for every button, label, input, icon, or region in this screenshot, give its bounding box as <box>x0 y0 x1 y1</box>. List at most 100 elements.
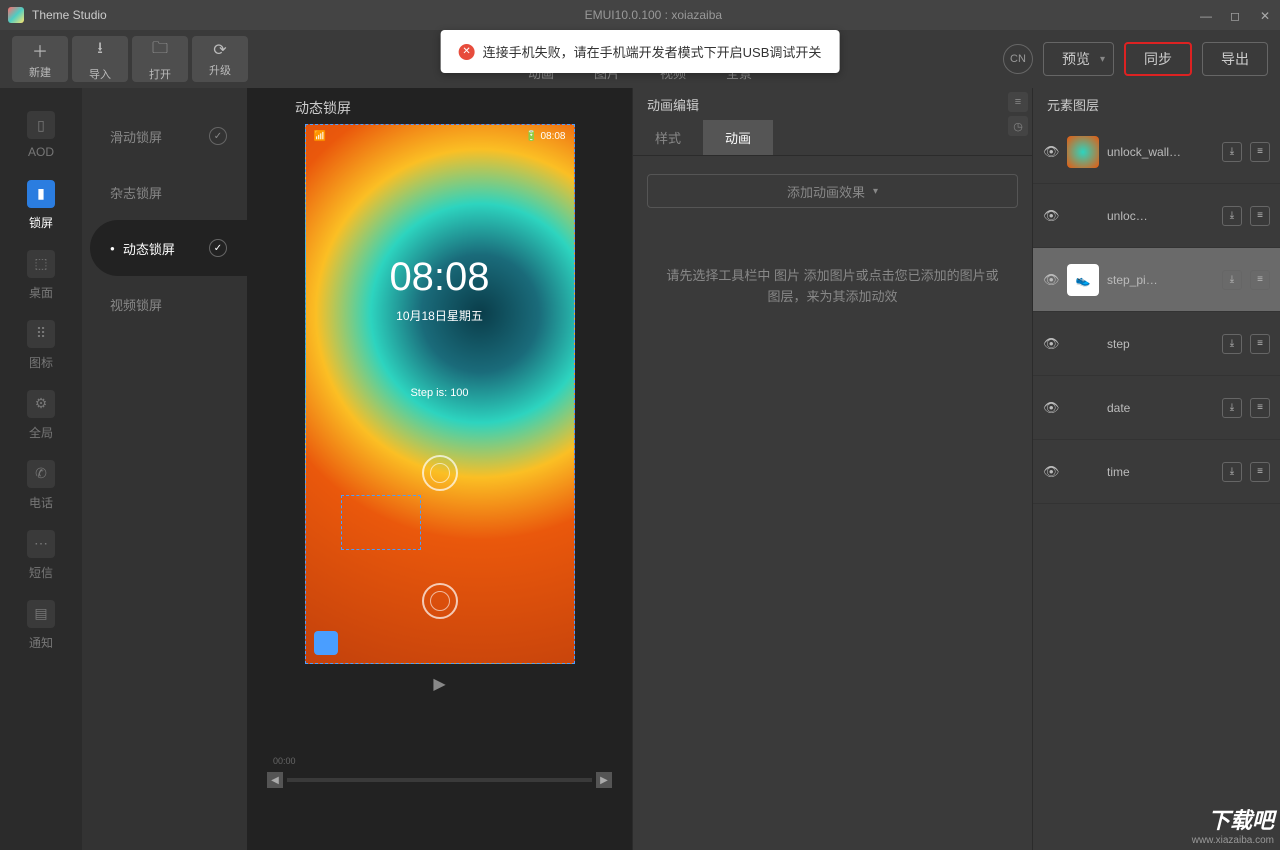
lock-icon[interactable]: ⤓ <box>1222 206 1242 226</box>
sidebar-item-notify[interactable]: ▤通知 <box>0 590 82 660</box>
window-controls: — ◻ ✕ <box>1200 9 1272 21</box>
editor-tab-anim[interactable]: 动画 <box>703 120 773 155</box>
toast-message: 连接手机失败，请在手机端开发者模式下开启USB调试开关 <box>483 42 822 61</box>
fingerprint-icon <box>422 455 458 491</box>
menu-icon[interactable]: ≡ <box>1250 142 1270 162</box>
language-button[interactable]: CN <box>1003 44 1033 74</box>
layer-row[interactable]: 👁 date ⤓ ≡ <box>1033 376 1280 440</box>
editor-hint: 请先选择工具栏中 图片 添加图片或点击您已添加的图片或图层，来为其添加动效 <box>633 226 1032 348</box>
clock-icon[interactable]: ◷ <box>1008 116 1028 136</box>
lock-icon[interactable]: ⤓ <box>1222 398 1242 418</box>
sub-item-video[interactable]: 视频锁屏 <box>90 276 247 332</box>
canvas-area: 动态锁屏 📶🔋 08:08 08:08 10月18日星期五 Step is: 1… <box>247 88 632 850</box>
close-icon[interactable]: ✕ <box>1260 9 1272 21</box>
check-icon: ✓ <box>209 239 227 257</box>
editor-title: 动画编辑 <box>647 95 699 114</box>
timeline-prev-button[interactable]: ◀ <box>267 772 283 788</box>
lock-icon[interactable]: ⤓ <box>1222 270 1242 290</box>
phone-clock: 08:08 <box>306 255 574 300</box>
layer-row[interactable]: 👁 step ⤓ ≡ <box>1033 312 1280 376</box>
sidebar-item-global[interactable]: ⚙全局 <box>0 380 82 450</box>
visibility-icon[interactable]: 👁 <box>1043 464 1059 480</box>
timeline-zero-label: 00:00 <box>273 756 296 766</box>
error-icon: ✕ <box>459 44 475 60</box>
lock-icon: ▮ <box>27 180 55 208</box>
titlebar: Theme Studio EMUI10.0.100 : xoiazaiba — … <box>0 0 1280 30</box>
minimize-icon[interactable]: — <box>1200 9 1212 21</box>
menu-icon[interactable]: ≡ <box>1250 334 1270 354</box>
plus-icon: ＋ <box>32 38 48 62</box>
timeline-next-button[interactable]: ▶ <box>596 772 612 788</box>
phone-step: Step is: 100 <box>306 387 574 399</box>
visibility-icon[interactable]: 👁 <box>1043 400 1059 416</box>
chevron-down-icon: ▾ <box>1100 54 1105 65</box>
visibility-icon[interactable]: 👁 <box>1043 208 1059 224</box>
lock-icon[interactable]: ⤓ <box>1222 462 1242 482</box>
corner-widget-icon[interactable] <box>314 631 338 655</box>
export-button[interactable]: 导出 <box>1202 42 1268 76</box>
anim-editor-panel: 动画编辑 样式 动画 添加动画效果▾ 请先选择工具栏中 图片 添加图片或点击您已… <box>632 88 1032 850</box>
visibility-icon[interactable]: 👁 <box>1043 336 1059 352</box>
chevron-down-icon: ▾ <box>873 186 878 197</box>
notify-icon: ▤ <box>27 600 55 628</box>
open-button[interactable]: 🗀打开 <box>132 36 188 82</box>
layers-stack-icon[interactable]: ≡ <box>1008 92 1028 112</box>
sync-button[interactable]: 同步 <box>1124 42 1192 76</box>
maximize-icon[interactable]: ◻ <box>1230 9 1242 21</box>
aod-icon: ▯ <box>27 111 55 139</box>
layer-row[interactable]: 👁 unloc… ⤓ ≡ <box>1033 184 1280 248</box>
upgrade-icon: ⟳ <box>213 40 226 60</box>
sub-item-dynamic[interactable]: 动态锁屏✓ <box>90 220 247 276</box>
sidebar-item-lock[interactable]: ▮锁屏 <box>0 170 82 240</box>
menu-icon[interactable]: ≡ <box>1250 270 1270 290</box>
layer-thumb: 👟 <box>1067 264 1099 296</box>
selection-box[interactable] <box>341 495 421 550</box>
import-button[interactable]: ⭳导入 <box>72 36 128 82</box>
visibility-icon[interactable]: 👁 <box>1043 272 1059 288</box>
phone-date: 10月18日星期五 <box>306 307 574 324</box>
error-toast: ✕ 连接手机失败，请在手机端开发者模式下开启USB调试开关 <box>441 30 840 73</box>
import-icon: ⭳ <box>97 37 103 64</box>
watermark: 下载吧 www.xiazaiba.com <box>1192 803 1274 846</box>
timeline-track[interactable] <box>287 778 592 782</box>
signal-icon: 📶 <box>314 131 326 142</box>
editor-tab-style[interactable]: 样式 <box>633 120 703 155</box>
desktop-icon: ⬚ <box>27 250 55 278</box>
menu-icon[interactable]: ≡ <box>1250 398 1270 418</box>
sub-item-magazine[interactable]: 杂志锁屏 <box>90 164 247 220</box>
sub-item-slide[interactable]: 滑动锁屏✓ <box>90 108 247 164</box>
layer-thumb <box>1067 136 1099 168</box>
left-sidebar: ▯AOD ▮锁屏 ⬚桌面 ⠿图标 ⚙全局 ✆电话 ⋯短信 ▤通知 <box>0 88 82 850</box>
layer-row[interactable]: 👁 unlock_wall… ⤓ ≡ <box>1033 120 1280 184</box>
canvas-title: 动态锁屏 <box>295 98 351 118</box>
sidebar-item-phone[interactable]: ✆电话 <box>0 450 82 520</box>
fingerprint-icon <box>422 583 458 619</box>
sidebar-item-aod[interactable]: ▯AOD <box>0 100 82 170</box>
grid-icon: ⠿ <box>27 320 55 348</box>
visibility-icon[interactable]: 👁 <box>1043 144 1059 160</box>
lock-icon[interactable]: ⤓ <box>1222 142 1242 162</box>
preview-button[interactable]: 预览▾ <box>1043 42 1114 76</box>
menu-icon[interactable]: ≡ <box>1250 206 1270 226</box>
project-subtitle: EMUI10.0.100 : xoiazaiba <box>107 8 1200 22</box>
sidebar-item-desktop[interactable]: ⬚桌面 <box>0 240 82 310</box>
gear-icon: ⚙ <box>27 390 55 418</box>
sms-icon: ⋯ <box>27 530 55 558</box>
add-effect-button[interactable]: 添加动画效果▾ <box>647 174 1018 208</box>
layer-row[interactable]: 👁 time ⤓ ≡ <box>1033 440 1280 504</box>
timeline: ◀ ▶ <box>267 770 612 790</box>
play-button[interactable]: ▶ <box>433 674 445 694</box>
lockscreen-sublist: 滑动锁屏✓ 杂志锁屏 动态锁屏✓ 视频锁屏 <box>82 88 247 850</box>
phone-preview[interactable]: 📶🔋 08:08 08:08 10月18日星期五 Step is: 100 <box>305 124 575 664</box>
new-button[interactable]: ＋新建 <box>12 36 68 82</box>
phone-icon: ✆ <box>27 460 55 488</box>
lock-icon[interactable]: ⤓ <box>1222 334 1242 354</box>
layers-panel: 元素图层 👁 unlock_wall… ⤓ ≡ 👁 unloc… ⤓ ≡ 👁 👟… <box>1032 88 1280 850</box>
upgrade-button[interactable]: ⟳升级 <box>192 36 248 82</box>
layers-title: 元素图层 <box>1033 88 1280 120</box>
menu-icon[interactable]: ≡ <box>1250 462 1270 482</box>
sidebar-item-sms[interactable]: ⋯短信 <box>0 520 82 590</box>
sidebar-item-icon[interactable]: ⠿图标 <box>0 310 82 380</box>
layer-row[interactable]: 👁 👟 step_pi… ⤓ ≡ <box>1033 248 1280 312</box>
phone-statusbar: 📶🔋 08:08 <box>314 131 566 142</box>
